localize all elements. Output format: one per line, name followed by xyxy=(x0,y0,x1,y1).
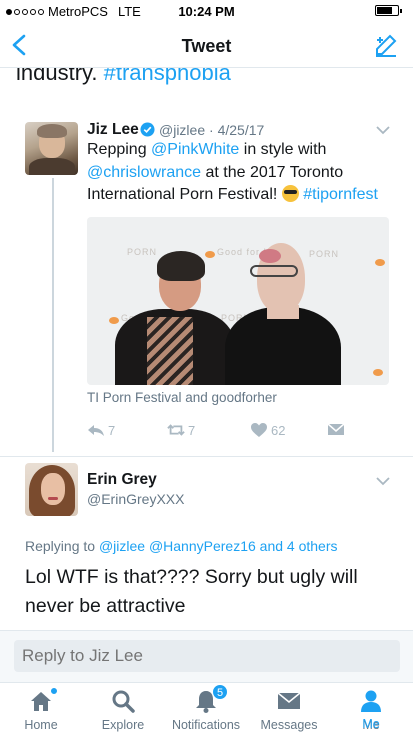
tab-label: Home xyxy=(24,718,58,732)
tweet-text-fragment: in style with xyxy=(239,141,327,158)
avatar[interactable] xyxy=(25,463,78,516)
reply-icon xyxy=(88,425,104,436)
avatar[interactable] xyxy=(25,122,78,175)
tab-messages[interactable]: Messages xyxy=(244,683,334,736)
tab-home[interactable]: Home xyxy=(0,683,86,736)
direct-message-button[interactable] xyxy=(327,422,345,438)
envelope-icon xyxy=(277,692,301,709)
head-mark xyxy=(259,249,281,263)
mention-link[interactable]: @chrislowrance xyxy=(87,164,201,181)
chevron-down-icon[interactable] xyxy=(376,125,390,135)
retweet-button[interactable]: 7 xyxy=(167,422,195,438)
tweet-author-name[interactable]: Erin Grey xyxy=(87,471,157,489)
backdrop-text: PORN xyxy=(309,249,340,259)
divider xyxy=(0,456,413,457)
retweet-icon xyxy=(167,424,185,436)
backdrop-logo xyxy=(109,317,119,324)
tweet-text-fragment: Repping xyxy=(87,141,152,158)
envelope-icon xyxy=(327,423,345,435)
replying-to: Replying to @jizlee @HannyPerez16 and 4 … xyxy=(25,538,338,554)
status-time: 10:24 PM xyxy=(178,4,235,19)
tweet-author-handle: @jizlee · 4/25/17 xyxy=(159,122,264,138)
new-content-dot xyxy=(50,687,58,695)
tweet-author-handle: @ErinGreyXXX xyxy=(87,491,185,507)
replying-to-link[interactable]: @jizlee @HannyPerez16 and 4 others xyxy=(99,538,338,554)
backdrop-logo xyxy=(205,251,215,258)
nav-bar: Tweet xyxy=(0,22,413,68)
compose-icon[interactable] xyxy=(373,32,399,58)
tweet-text: Repping @PinkWhite in style with @chrisl… xyxy=(87,139,399,207)
chevron-down-icon[interactable] xyxy=(376,476,390,486)
tweet-text: Lol WTF is that???? Sorry but ugly will … xyxy=(25,566,358,617)
backdrop-logo xyxy=(373,369,383,376)
tab-label: Notifications xyxy=(171,718,241,732)
tab-label: Explore xyxy=(101,718,145,732)
glasses xyxy=(250,265,298,277)
like-button[interactable]: 62 xyxy=(250,422,285,438)
tab-explore[interactable]: Explore xyxy=(78,683,168,736)
battery-icon xyxy=(375,5,402,16)
backdrop-logo xyxy=(375,259,385,266)
handle: @jizlee xyxy=(159,122,206,138)
tweet-photo[interactable]: PORN Good for Her Good for her PORN PORN xyxy=(87,217,389,385)
hashtag-link[interactable]: #tipornfest xyxy=(303,186,378,203)
notification-badge: 5 xyxy=(212,684,228,700)
heart-icon xyxy=(251,423,267,437)
reply-input[interactable] xyxy=(14,640,400,672)
backdrop-text: PORN xyxy=(127,247,158,257)
reply-count: 7 xyxy=(108,422,116,438)
photo-caption: TI Porn Festival and goodforher xyxy=(87,390,277,405)
reply-button[interactable]: 7 xyxy=(87,422,115,438)
tweet-actions: 7 7 62 xyxy=(87,422,387,442)
tab-label: Messages xyxy=(260,718,318,732)
sunglasses-emoji-icon xyxy=(281,185,299,202)
tab-notifications[interactable]: 5 Notifications xyxy=(161,683,251,736)
tweet-author-name[interactable]: Jiz Lee xyxy=(87,121,139,139)
shirt-mesh xyxy=(147,317,193,385)
search-icon xyxy=(112,690,135,713)
verified-badge-icon xyxy=(140,122,155,137)
replying-label: Replying to xyxy=(25,538,99,554)
person-hair xyxy=(157,251,205,281)
tweet-date: · 4/25/17 xyxy=(209,122,265,138)
thread-line xyxy=(52,178,54,452)
active-tab-marker: Me xyxy=(326,682,413,736)
like-count: 62 xyxy=(271,422,286,438)
tab-label: Me xyxy=(362,717,380,731)
retweet-count: 7 xyxy=(188,422,196,438)
mention-link[interactable]: @PinkWhite xyxy=(151,141,239,158)
status-bar: MetroPCS LTE 10:24 PM xyxy=(0,0,413,22)
page-title: Tweet xyxy=(181,36,232,56)
